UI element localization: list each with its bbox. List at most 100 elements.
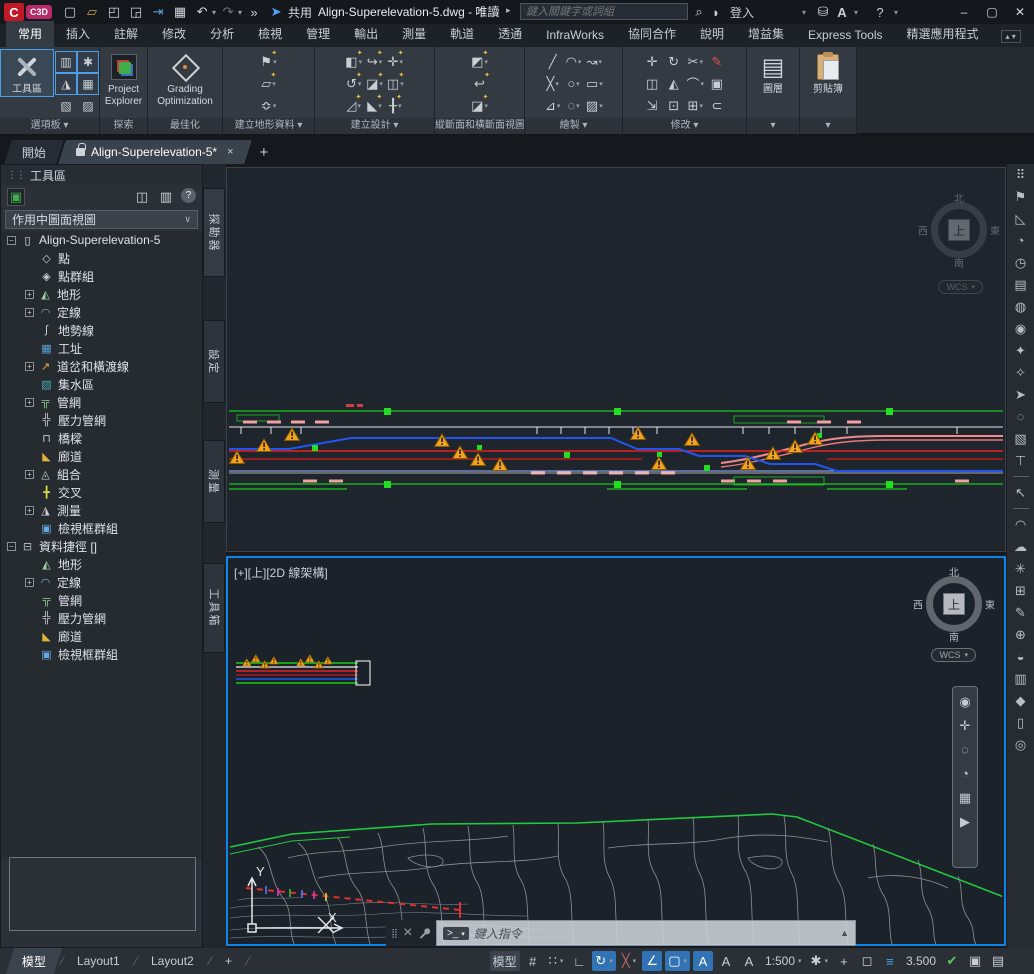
tool-icon[interactable]: ↩✦: [474, 76, 485, 92]
print-icon[interactable]: ▦: [170, 2, 190, 22]
close-button[interactable]: ✕: [1006, 0, 1034, 24]
tree-item-點群組[interactable]: ◈點群組: [1, 267, 202, 285]
spark-text-icon[interactable]: ✧: [1015, 366, 1026, 379]
dropdown-caret-icon[interactable]: ▾: [357, 102, 361, 110]
dropdown-caret-icon[interactable]: ▾: [701, 80, 705, 88]
tool-icon[interactable]: ◣✦: [367, 98, 377, 114]
otrack-toggle[interactable]: ∠: [642, 951, 662, 971]
tree-item-管網[interactable]: +╦管網: [1, 393, 202, 411]
infocenter-search-input[interactable]: [520, 3, 688, 20]
polar-tracking-toggle[interactable]: ↻▾: [592, 951, 615, 971]
tool-icon[interactable]: ◭: [669, 76, 679, 92]
dropdown-caret-icon[interactable]: ▾: [578, 58, 582, 66]
dropdown-caret-icon[interactable]: ▾: [273, 58, 277, 66]
tool-button[interactable]: ◌▾: [564, 95, 583, 116]
viewcube-top[interactable]: 上 北 南 西 東: [921, 192, 997, 268]
tool-button[interactable]: ◭: [664, 73, 684, 94]
panel-label[interactable]: 修改 ▾: [623, 118, 746, 134]
pipe-fitting-icon[interactable]: ⊤: [1015, 454, 1026, 467]
tool-icon[interactable]: ▭: [586, 76, 598, 92]
tree-item-管網[interactable]: ╦管網: [1, 591, 202, 609]
spark-query-icon[interactable]: ◌: [1017, 410, 1025, 423]
palette-toggle-1[interactable]: ✱: [78, 52, 98, 72]
layer-monitor-icon[interactable]: ▤: [1014, 278, 1026, 291]
tool-icon[interactable]: ▨: [586, 98, 598, 114]
tool-icon[interactable]: ◠: [566, 54, 577, 70]
ribbon-tab-插入[interactable]: 插入: [54, 21, 102, 47]
tool-icon[interactable]: ✛: [647, 54, 658, 70]
tool-icon[interactable]: ◌: [567, 98, 575, 113]
dropdown-caret-icon[interactable]: ▾: [379, 80, 383, 88]
dropdown-caret-icon[interactable]: ▾: [555, 80, 559, 88]
dropdown-caret-icon[interactable]: ▾: [599, 58, 603, 66]
tool-button[interactable]: ✛✦▾: [386, 51, 405, 72]
quick-properties-toggle[interactable]: ◻: [857, 951, 877, 971]
page-icon[interactable]: ▯: [1017, 716, 1024, 729]
pan-hand-icon[interactable]: ✛: [960, 719, 971, 732]
tree-item-地形[interactable]: ◭地形: [1, 555, 202, 573]
wrench-icon[interactable]: [418, 927, 431, 940]
item-view-icon[interactable]: ◫: [133, 188, 151, 206]
osnap-toggle[interactable]: ▢▾: [665, 951, 690, 971]
tool-icon[interactable]: ◪✦: [471, 98, 483, 114]
dropdown-caret-icon[interactable]: ▾: [398, 102, 402, 110]
tree-item-交叉[interactable]: ╋交叉: [1, 483, 202, 501]
undo-icon-caret[interactable]: ▾: [212, 8, 216, 17]
viewcube-top-face[interactable]: 上: [948, 219, 970, 241]
palette-toggle-0[interactable]: ▥: [56, 52, 76, 72]
tool-button[interactable]: ◫✦▾: [386, 73, 405, 94]
dropdown-caret-icon[interactable]: ▾: [400, 58, 404, 66]
tool-icon[interactable]: ▱✦: [261, 76, 271, 92]
layers-button[interactable]: ▤圖層: [747, 50, 799, 96]
autodesk-a-icon[interactable]: A: [834, 0, 850, 24]
ribbon-tab-精選應用程式[interactable]: 精選應用程式: [895, 21, 991, 47]
annotation-monitor-toggle[interactable]: +: [834, 951, 854, 971]
panorama-icon[interactable]: ▥: [157, 188, 175, 206]
layout-tab-Layout1[interactable]: Layout1: [61, 948, 136, 974]
isodraft-toggle[interactable]: ╳▾: [619, 951, 639, 971]
share-plane-icon[interactable]: ➤: [266, 2, 286, 22]
save-icon[interactable]: ◰: [104, 2, 124, 22]
dropdown-caret-icon[interactable]: ▾: [576, 102, 580, 110]
view-selector-combo[interactable]: 作用中圖面視圖 ∨: [5, 210, 198, 229]
tool-button[interactable]: ▭▾: [585, 73, 604, 94]
dropdown-caret-icon[interactable]: ▾: [633, 957, 637, 965]
tool-icon[interactable]: ◧✦: [345, 54, 357, 70]
add-circle-icon[interactable]: ⊕: [1015, 628, 1026, 641]
dropdown-caret-icon[interactable]: ▾: [359, 58, 363, 66]
workspace-gear-button[interactable]: ✱▾: [808, 951, 831, 971]
tool-button[interactable]: ✂▾: [686, 51, 706, 72]
clipboard-button[interactable]: 剪貼簿: [802, 50, 854, 96]
tree-item-集水區[interactable]: ▧集水區: [1, 375, 202, 393]
tree-item-地形[interactable]: +◭地形: [1, 285, 202, 303]
spark-pipe-icon[interactable]: ✳: [1015, 562, 1026, 575]
palette-toggle-2[interactable]: ◮: [56, 74, 76, 94]
tree-item-檢視框群組[interactable]: ▣檢視框群組: [1, 519, 202, 537]
tool-icon[interactable]: ╂✦: [389, 98, 397, 114]
tool-icon[interactable]: ⊞: [688, 98, 699, 114]
tool-button[interactable]: ◿✦▾: [344, 95, 363, 116]
save-as-icon[interactable]: ◲: [126, 2, 146, 22]
tree-item-地勢線[interactable]: ∫地勢線: [1, 321, 202, 339]
tool-button[interactable]: ↝▾: [585, 51, 604, 72]
ribbon-tab-檢視[interactable]: 檢視: [246, 21, 294, 47]
tool-button[interactable]: ▣: [707, 73, 727, 94]
dropdown-caret-icon[interactable]: ▾: [272, 80, 276, 88]
dropdown-caret-icon[interactable]: ▾: [358, 80, 362, 88]
tool-button[interactable]: ◩✦▾: [470, 51, 489, 72]
image-edit-icon[interactable]: ▧: [1014, 432, 1026, 445]
grip-dots[interactable]: ⠿: [1016, 168, 1026, 181]
grading-optimization-button[interactable]: GradingOptimization: [159, 50, 211, 108]
app-logo-icon[interactable]: C: [4, 3, 24, 21]
tool-button[interactable]: ⊂: [707, 95, 727, 116]
cloud-icon[interactable]: ☁: [1014, 540, 1027, 553]
active-drawing-icon[interactable]: ▣: [7, 188, 25, 206]
dropdown-caret-icon[interactable]: ▾: [560, 957, 564, 965]
tool-icon[interactable]: ◿✦: [346, 98, 356, 114]
tree-expand-icon[interactable]: +: [25, 506, 34, 515]
tool-button[interactable]: ◠▾: [564, 51, 583, 72]
wcs-menu[interactable]: WCS▾: [931, 648, 976, 662]
spark-select-icon[interactable]: ➤: [1015, 388, 1026, 401]
file-tab-start[interactable]: 開始: [4, 140, 64, 164]
triangle-ruler-icon[interactable]: ◺: [1016, 212, 1026, 225]
